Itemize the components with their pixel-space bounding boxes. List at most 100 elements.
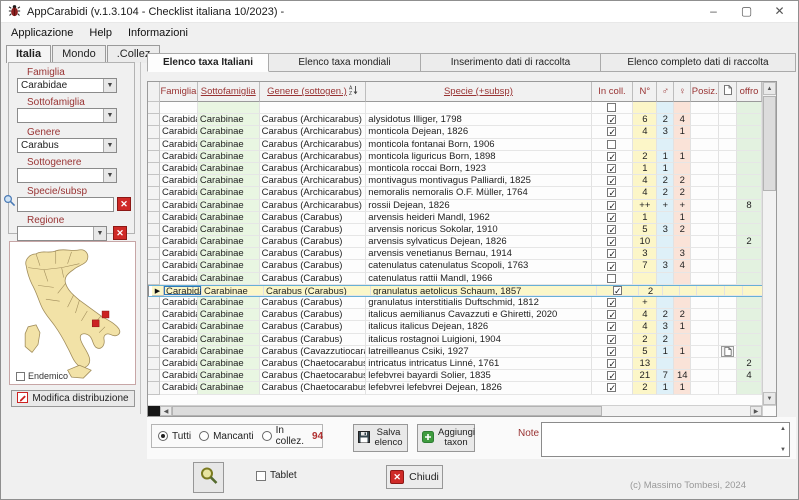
radio-in-collez[interactable]	[262, 431, 272, 441]
cell-n[interactable]: 10	[633, 236, 657, 248]
cell-offro[interactable]	[737, 212, 762, 224]
vertical-scroll-thumb[interactable]	[763, 96, 776, 191]
cell-genere[interactable]: Carabus (Carabus)	[260, 212, 367, 224]
cell-famiglia[interactable]: Carabidae	[160, 151, 198, 163]
cell-male[interactable]	[663, 286, 680, 296]
cell-famiglia[interactable]: Carabidae	[160, 321, 198, 333]
cell-sottofamiglia[interactable]: Carabinae	[198, 382, 260, 394]
cell-specie[interactable]: alysidotus Illiger, 1798	[366, 114, 591, 126]
genere-select[interactable]: Carabus▼	[17, 138, 117, 153]
cell-offro[interactable]	[737, 334, 762, 346]
header-doc[interactable]	[719, 82, 737, 102]
cell-female[interactable]: 2	[674, 309, 691, 321]
cell-in-coll[interactable]: ✓	[592, 151, 634, 163]
cell-doc[interactable]	[719, 224, 737, 236]
cell-specie[interactable]: monticola Dejean, 1826	[366, 126, 591, 138]
aggiungi-taxon-button[interactable]: Aggiungi taxon	[417, 424, 475, 452]
table-row[interactable]: CarabidaeCarabinaeCarabus (Chaetocarabus…	[148, 382, 762, 394]
cell-female[interactable]	[680, 286, 697, 296]
in-coll-checkbox[interactable]: ✓	[607, 213, 616, 222]
cell-female[interactable]: 1	[674, 126, 691, 138]
cell-n[interactable]: 3	[633, 248, 657, 260]
cell-n[interactable]: 13	[633, 358, 657, 370]
header-male[interactable]: ♂	[657, 82, 674, 102]
cell-female[interactable]	[674, 139, 691, 151]
cell-in-coll[interactable]: ✓	[592, 126, 634, 138]
cell-sottofamiglia[interactable]: Carabinae	[198, 248, 260, 260]
cell-male[interactable]: 3	[657, 224, 674, 236]
cell-male[interactable]	[657, 102, 674, 114]
cell-in-coll[interactable]: ✓	[592, 309, 634, 321]
cell-n[interactable]	[633, 273, 657, 285]
cell-posiz[interactable]	[691, 175, 719, 187]
cell-female[interactable]: +	[674, 200, 691, 212]
cell-offro[interactable]	[737, 187, 762, 199]
menu-item-applicazione[interactable]: Applicazione	[3, 25, 81, 41]
row-selector[interactable]	[148, 297, 160, 309]
cell-doc[interactable]	[719, 175, 737, 187]
row-selector[interactable]	[148, 114, 160, 126]
cell-doc[interactable]	[719, 126, 737, 138]
cell-n[interactable]: 2	[633, 334, 657, 346]
table-row[interactable]: CarabidaeCarabinaeCarabus (Archicarabus)…	[148, 139, 762, 151]
cell-sottofamiglia[interactable]: Carabinae	[198, 260, 260, 272]
cell-posiz[interactable]	[697, 286, 725, 296]
cell-specie[interactable]: monticola liguricus Born, 1898	[366, 151, 591, 163]
cell-doc[interactable]	[719, 151, 737, 163]
cell-genere[interactable]: Carabus (Carabus)	[260, 236, 367, 248]
left-tab-mondo[interactable]: Mondo	[52, 45, 106, 63]
cell-famiglia[interactable]: Carabidae	[160, 236, 198, 248]
scroll-up-icon[interactable]: ▲	[763, 82, 776, 95]
cell-n[interactable]: 21	[633, 370, 657, 382]
cell-genere[interactable]: Carabus (Archicarabus)	[260, 163, 367, 175]
cell-famiglia[interactable]: Carabidae	[160, 382, 198, 394]
cell-n[interactable]: 4	[633, 175, 657, 187]
cell-doc[interactable]	[719, 163, 737, 175]
cell-sottofamiglia[interactable]: Carabinae	[198, 212, 260, 224]
cell-genere[interactable]: Carabus (Carabus)	[260, 273, 367, 285]
in-coll-checkbox[interactable]: ✓	[607, 371, 616, 380]
table-row[interactable]: CarabidaeCarabinaeCarabus (Carabus)granu…	[148, 297, 762, 309]
cell-female[interactable]: 2	[674, 175, 691, 187]
cell-male[interactable]: 1	[657, 151, 674, 163]
cell-posiz[interactable]	[691, 187, 719, 199]
cell-female[interactable]	[674, 273, 691, 285]
cell-offro[interactable]	[737, 224, 762, 236]
cell-sottofamiglia[interactable]: Carabinae	[198, 334, 260, 346]
cell-offro[interactable]	[737, 309, 762, 321]
table-row[interactable]: CarabidaeCarabinaeCarabus (Carabus)itali…	[148, 334, 762, 346]
sottofamiglia-select[interactable]: ▼	[17, 108, 117, 123]
cell-offro[interactable]	[737, 163, 762, 175]
cell-famiglia[interactable]: Carabidae	[160, 346, 198, 358]
cell-n[interactable]: 4	[633, 309, 657, 321]
row-selector[interactable]	[148, 102, 160, 114]
cell-doc[interactable]	[719, 139, 737, 151]
cell-n[interactable]: 4	[633, 187, 657, 199]
cell-sottofamiglia[interactable]: Carabinae	[198, 309, 260, 321]
cell-offro[interactable]	[737, 297, 762, 309]
in-coll-checkbox[interactable]: ✓	[607, 310, 616, 319]
cell-genere[interactable]	[260, 102, 367, 114]
cell-specie[interactable]: intricatus intricatus Linné, 1761	[366, 358, 591, 370]
row-selector[interactable]	[148, 334, 160, 346]
cell-male[interactable]: 3	[657, 260, 674, 272]
cell-in-coll[interactable]: ✓	[592, 175, 634, 187]
row-selector[interactable]: ▶	[152, 286, 164, 296]
cell-genere[interactable]: Carabus (Chaetocarabus)	[260, 382, 367, 394]
cell-in-coll[interactable]: ✓	[592, 260, 634, 272]
cell-genere[interactable]: Carabus (Archicarabus)	[260, 200, 367, 212]
cell-famiglia[interactable]: Carabidae	[160, 163, 198, 175]
cell-sottofamiglia[interactable]: Carabinae	[198, 370, 260, 382]
cell-specie[interactable]: granulatus interstitialis Duftschmid, 18…	[366, 297, 591, 309]
cell-doc[interactable]	[719, 346, 737, 358]
cell-genere[interactable]: Carabus (Cavazzutiocarabus)	[260, 346, 367, 358]
cell-genere[interactable]: Carabus (Chaetocarabus)	[260, 358, 367, 370]
main-tab-1[interactable]: Elenco taxa mondiali	[269, 53, 421, 72]
search-taxa-button[interactable]	[193, 462, 224, 493]
cell-genere[interactable]: Carabus (Carabus)	[260, 334, 367, 346]
cell-doc[interactable]	[719, 382, 737, 394]
chevron-down-icon[interactable]: ▼	[103, 109, 116, 122]
regione-select[interactable]: ▼	[17, 226, 107, 241]
maximize-icon[interactable]: ▢	[730, 1, 763, 23]
cell-specie[interactable]: monticola fontanai Born, 1906	[366, 139, 591, 151]
